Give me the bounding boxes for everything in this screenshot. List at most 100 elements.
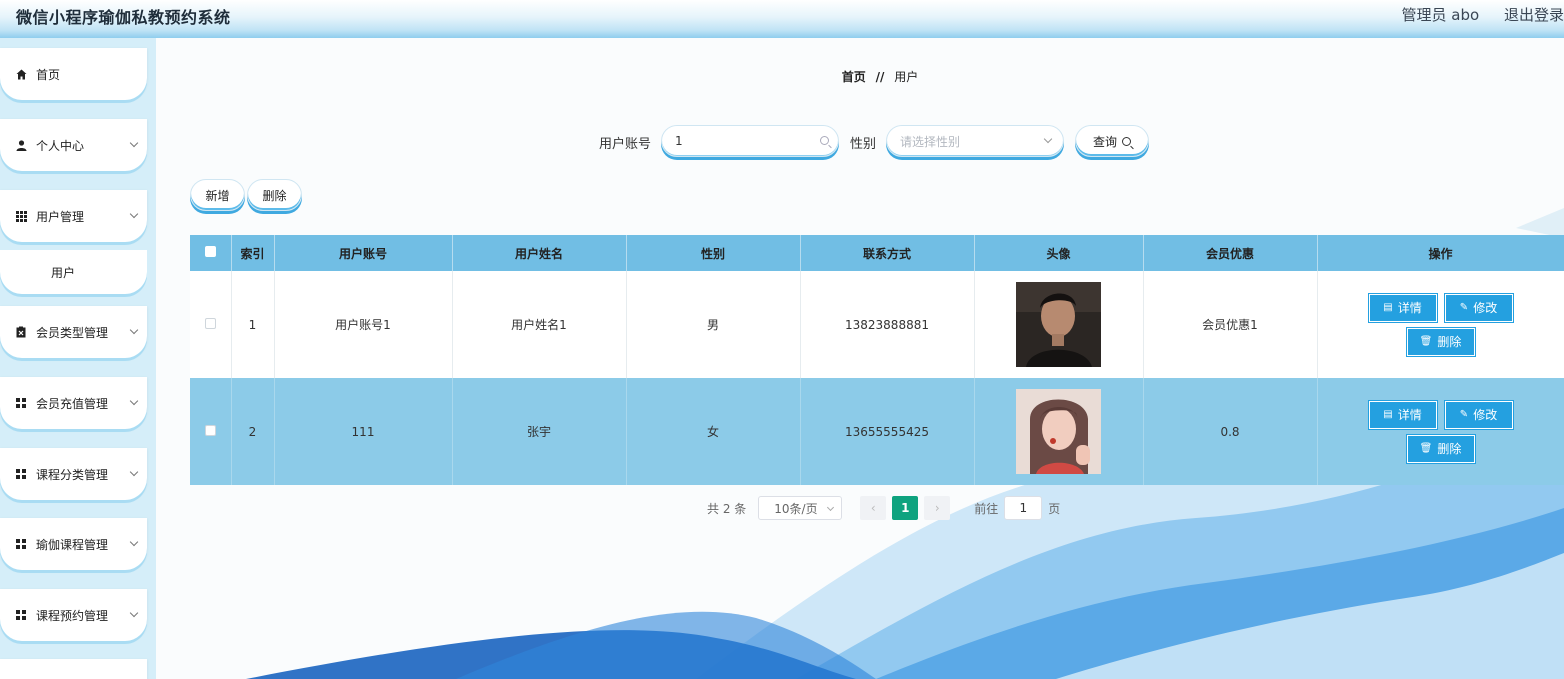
trash-icon: 🗑 — [1419, 336, 1433, 347]
search-icon — [820, 136, 829, 145]
select-all-cell[interactable] — [190, 235, 232, 271]
delete-button-label: 删除 — [262, 188, 287, 203]
batch-delete-button[interactable]: 删除 — [247, 179, 302, 211]
gender-select-placeholder: 请选择性别 — [900, 134, 961, 149]
edit-button[interactable]: ✎ 修改 — [1444, 293, 1513, 322]
app-title: 微信小程序瑜伽私教预约系统 — [16, 8, 231, 27]
chevron-left-icon: ‹ — [870, 501, 876, 515]
chevron-right-icon: › — [934, 501, 940, 515]
top-bar: 微信小程序瑜伽私教预约系统 管理员 abo 退出登录 — [0, 0, 1564, 38]
trash-icon: 🗑 — [1419, 443, 1433, 454]
page-number-button[interactable]: 1 — [892, 496, 919, 520]
sidebar-item-label: 会员类型管理 — [36, 325, 109, 340]
cell-account: 用户账号1 — [274, 271, 453, 378]
add-button[interactable]: 新增 — [190, 179, 245, 211]
delete-button-label: 删除 — [1437, 335, 1462, 349]
chevron-down-icon — [129, 209, 139, 219]
avatar — [1016, 389, 1101, 474]
delete-button-label: 删除 — [1437, 442, 1462, 456]
sidebar-item-member-type[interactable]: 会员类型管理 — [0, 306, 147, 358]
cell-gender: 女 — [626, 378, 801, 485]
sidebar-item-home[interactable]: 首页 — [0, 48, 147, 100]
column-header: 索引 — [231, 235, 275, 271]
cell-index: 2 — [231, 378, 275, 485]
main-content: 首页 // 用户 用户账号 1 性别 请选择性别 查询 新增 删除 索引 用户账… — [156, 38, 1564, 679]
column-header: 用户姓名 — [452, 235, 627, 271]
prev-page-button[interactable]: ‹ — [860, 496, 887, 520]
edit-button[interactable]: ✎ 修改 — [1444, 400, 1513, 429]
page-size-value: 10条/页 — [774, 501, 818, 516]
cell-operations: ▤ 详情 ✎ 修改 🗑 删除 — [1317, 271, 1564, 378]
logout-link[interactable]: 退出登录 — [1504, 6, 1564, 24]
pagination-total: 共 2 条 — [707, 501, 747, 516]
pagination: 共 2 条 10条/页 ‹ 1 › 前往 1 页 — [707, 496, 1060, 520]
chevron-down-icon — [129, 608, 139, 618]
sidebar-subitem-users[interactable]: 用户 — [0, 250, 147, 294]
gender-label: 性别 — [850, 137, 877, 152]
cell-avatar — [974, 378, 1144, 485]
chevron-down-icon — [129, 467, 139, 477]
sidebar-item-more[interactable] — [0, 659, 147, 679]
avatar — [1016, 282, 1101, 367]
sidebar-item-label: 课程预约管理 — [36, 608, 109, 623]
apps-icon — [15, 538, 27, 550]
query-button[interactable]: 查询 — [1075, 125, 1149, 157]
row-checkbox[interactable] — [204, 317, 216, 329]
chevron-down-icon — [1043, 134, 1053, 144]
row-select-cell[interactable] — [190, 271, 232, 378]
chevron-down-icon — [129, 396, 139, 406]
next-page-button[interactable]: › — [924, 496, 951, 520]
add-button-label: 新增 — [205, 188, 230, 203]
detail-button-label: 详情 — [1397, 408, 1422, 422]
delete-button[interactable]: 🗑 删除 — [1406, 327, 1475, 356]
column-header: 用户账号 — [274, 235, 453, 271]
goto-page-input[interactable]: 1 — [1004, 496, 1043, 520]
sidebar-item-profile[interactable]: 个人中心 — [0, 119, 147, 171]
sidebar-item-yoga-course[interactable]: 瑜伽课程管理 — [0, 518, 147, 570]
sidebar-item-course-category[interactable]: 课程分类管理 — [0, 448, 147, 500]
edit-button-label: 修改 — [1473, 301, 1498, 315]
apps-icon — [15, 397, 27, 409]
chevron-down-icon — [827, 503, 835, 512]
table-header-row: 索引 用户账号 用户姓名 性别 联系方式 头像 会员优惠 操作 — [190, 235, 1564, 271]
sidebar-item-user-management[interactable]: 用户管理 — [0, 190, 147, 242]
edit-icon: ✎ — [1459, 409, 1469, 420]
cell-discount: 会员优惠1 — [1143, 271, 1318, 378]
sidebar-item-label: 课程分类管理 — [36, 467, 109, 482]
account-search-input[interactable]: 1 — [661, 125, 839, 157]
chevron-down-icon — [129, 537, 139, 547]
user-label: 管理员 abo — [1401, 6, 1480, 24]
sidebar-item-label: 首页 — [36, 67, 61, 82]
cell-discount: 0.8 — [1143, 378, 1318, 485]
detail-button[interactable]: ▤ 详情 — [1368, 293, 1437, 322]
delete-button[interactable]: 🗑 删除 — [1406, 434, 1475, 463]
column-header: 联系方式 — [800, 235, 975, 271]
apps-icon — [15, 609, 27, 621]
detail-button[interactable]: ▤ 详情 — [1368, 400, 1437, 429]
person-icon — [15, 139, 27, 151]
breadcrumb-home[interactable]: 首页 — [842, 70, 866, 84]
clipboard-icon — [15, 326, 27, 338]
document-icon: ▤ — [1383, 302, 1393, 313]
home-icon — [15, 68, 27, 80]
row-checkbox[interactable] — [204, 424, 216, 436]
sidebar-item-member-recharge[interactable]: 会员充值管理 — [0, 377, 147, 429]
top-right-area: 管理员 abo 退出登录 — [1382, 4, 1564, 25]
account-label: 用户账号 — [599, 137, 652, 152]
row-select-cell[interactable] — [190, 378, 232, 485]
sidebar-item-label: 瑜伽课程管理 — [36, 537, 109, 552]
gender-select[interactable]: 请选择性别 — [886, 125, 1064, 157]
cell-phone: 13655555425 — [800, 378, 975, 485]
column-header: 性别 — [626, 235, 801, 271]
sidebar: 首页 个人中心 用户管理 用户 会员类型管理 会员充值管理 课程分类管理 瑜伽课… — [0, 38, 156, 679]
page-size-select[interactable]: 10条/页 — [758, 496, 843, 520]
breadcrumb-separator: // — [875, 70, 885, 84]
cell-operations: ▤ 详情 ✎ 修改 🗑 删除 — [1317, 378, 1564, 485]
breadcrumb-current: 用户 — [894, 70, 919, 84]
table-row: 1 用户账号1 用户姓名1 男 13823888881 会员优惠1 ▤ 详情 ✎… — [190, 271, 1564, 378]
chevron-down-icon — [129, 138, 139, 148]
sidebar-item-course-booking[interactable]: 课程预约管理 — [0, 589, 147, 641]
goto-suffix: 页 — [1048, 501, 1061, 516]
select-all-checkbox[interactable] — [204, 246, 216, 257]
grid-icon — [15, 210, 27, 222]
